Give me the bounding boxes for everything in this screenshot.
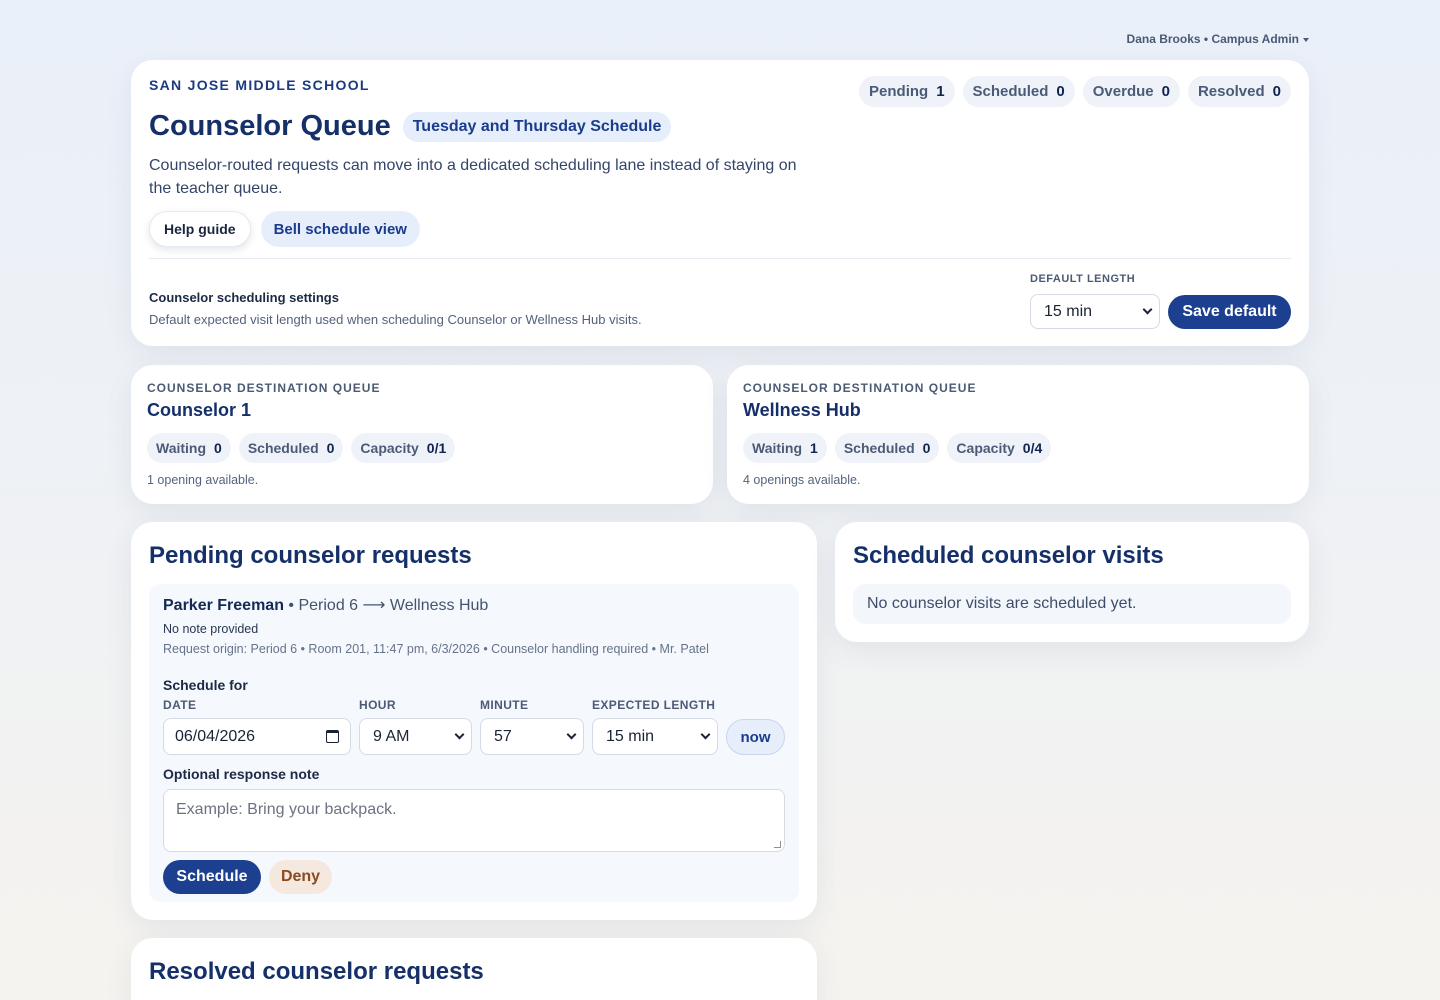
hour-value: 9 AM bbox=[373, 727, 410, 745]
request-header: Parker Freeman • Period 6 ⟶ Wellness Hub bbox=[163, 595, 488, 615]
stat-label: Capacity bbox=[360, 440, 419, 456]
date-input[interactable]: 06/04/2026 bbox=[163, 718, 351, 755]
request-note: No note provided bbox=[163, 622, 259, 636]
stat-value: 1 bbox=[936, 83, 945, 100]
stat-scheduled: Scheduled 0 bbox=[834, 433, 940, 463]
section-title: Scheduled counselor visits bbox=[853, 542, 1164, 569]
hour-label: HOUR bbox=[359, 698, 396, 712]
calendar-icon[interactable] bbox=[326, 730, 339, 743]
openings-note: 1 opening available. bbox=[147, 473, 259, 487]
scheduled-visits-card: Scheduled counselor visits No counselor … bbox=[835, 522, 1309, 642]
chevron-down-icon bbox=[454, 729, 465, 740]
stat-value: 0 bbox=[922, 440, 931, 456]
date-label: DATE bbox=[163, 698, 197, 712]
stat-label: Waiting bbox=[752, 440, 803, 456]
stat-resolved: Resolved 0 bbox=[1187, 76, 1291, 107]
deny-button[interactable]: Deny bbox=[269, 860, 332, 894]
help-guide-button[interactable]: Help guide bbox=[149, 211, 251, 247]
stat-value: 0 bbox=[1272, 83, 1281, 100]
schedule-badge: Tuesday and Thursday Schedule bbox=[402, 111, 672, 142]
stat-label: Waiting bbox=[156, 440, 207, 456]
chevron-down-icon bbox=[1142, 304, 1153, 315]
stat-scheduled: Scheduled 0 bbox=[238, 433, 344, 463]
now-button[interactable]: now bbox=[726, 719, 785, 755]
response-note-textarea[interactable]: Example: Bring your backpack. bbox=[163, 789, 785, 852]
save-default-button[interactable]: Save default bbox=[1168, 295, 1291, 329]
stat-value: 0 bbox=[1161, 83, 1170, 100]
minute-value: 57 bbox=[494, 727, 512, 745]
request-origin: Request origin: Period 6 • Room 201, 11:… bbox=[163, 642, 709, 656]
stat-overdue: Overdue 0 bbox=[1082, 76, 1180, 107]
stat-label: Resolved bbox=[1197, 83, 1265, 100]
stat-waiting: Waiting 1 bbox=[743, 433, 827, 463]
user-menu-label: Dana Brooks • Campus Admin bbox=[1126, 32, 1299, 46]
user-menu[interactable]: Dana Brooks • Campus Admin bbox=[1127, 32, 1309, 46]
section-title: Pending counselor requests bbox=[149, 542, 472, 569]
destination-kicker: COUNSELOR DESTINATION QUEUE bbox=[147, 381, 381, 395]
divider bbox=[149, 258, 1291, 259]
title-row: Counselor Queue Tuesday and Thursday Sch… bbox=[149, 110, 672, 143]
page-title: Counselor Queue bbox=[149, 110, 391, 142]
openings-note: 4 openings available. bbox=[743, 473, 861, 487]
default-length-label: DEFAULT LENGTH bbox=[1030, 273, 1136, 285]
stat-value: 0 bbox=[214, 440, 222, 456]
stat-value: 0 bbox=[326, 440, 335, 456]
request-item: Parker Freeman • Period 6 ⟶ Wellness Hub… bbox=[149, 584, 799, 902]
stat-value: 0/4 bbox=[1022, 440, 1043, 456]
queue-stats: Pending 1 Scheduled 0 Overdue 0 Resolved 0 bbox=[859, 76, 1291, 107]
schedule-for-label: Schedule for bbox=[163, 677, 248, 693]
student-name: Parker Freeman bbox=[163, 597, 284, 614]
section-title: Resolved counselor requests bbox=[149, 958, 484, 985]
destination-name: Counselor 1 bbox=[147, 400, 252, 420]
stat-waiting: Waiting 0 bbox=[147, 433, 231, 463]
stat-value: 0/1 bbox=[426, 440, 447, 456]
chevron-down-icon bbox=[566, 729, 577, 740]
destination-card-counselor-1: COUNSELOR DESTINATION QUEUE Counselor 1 … bbox=[131, 365, 713, 504]
bell-schedule-button[interactable]: Bell schedule view bbox=[260, 211, 420, 247]
destination-stats: Waiting 1 Scheduled 0 Capacity 0/4 bbox=[743, 433, 1052, 463]
stat-value: 1 bbox=[810, 440, 818, 456]
expected-length-value: 15 min bbox=[606, 727, 655, 745]
page-description: Counselor-routed requests can move into … bbox=[149, 157, 797, 197]
stat-label: Scheduled bbox=[972, 83, 1049, 100]
settings-title: Counselor scheduling settings bbox=[149, 290, 339, 305]
response-note-placeholder: Example: Bring your backpack. bbox=[176, 801, 397, 818]
resize-handle-icon[interactable] bbox=[774, 841, 781, 848]
stat-label: Overdue bbox=[1092, 83, 1154, 100]
hour-select[interactable]: 9 AM bbox=[359, 718, 472, 755]
stat-value: 0 bbox=[1056, 83, 1065, 100]
stat-scheduled: Scheduled 0 bbox=[962, 76, 1075, 107]
resolved-requests-card: Resolved counselor requests bbox=[131, 938, 817, 1000]
settings-description: Default expected visit length used when … bbox=[149, 312, 642, 327]
date-value: 06/04/2026 bbox=[175, 727, 256, 745]
stat-capacity: Capacity 0/1 bbox=[351, 433, 456, 463]
destination-card-wellness-hub: COUNSELOR DESTINATION QUEUE Wellness Hub… bbox=[727, 365, 1309, 504]
default-length-select[interactable]: 15 min bbox=[1030, 294, 1160, 329]
stat-pending: Pending 1 bbox=[859, 76, 955, 107]
caret-down-icon bbox=[1303, 37, 1309, 42]
default-length-value: 15 min bbox=[1044, 302, 1093, 320]
schedule-button[interactable]: Schedule bbox=[163, 860, 261, 894]
chevron-down-icon bbox=[700, 729, 711, 740]
empty-state: No counselor visits are scheduled yet. bbox=[853, 584, 1291, 624]
minute-label: MINUTE bbox=[480, 698, 529, 712]
header-card: SAN JOSE MIDDLE SCHOOL Counselor Queue T… bbox=[131, 60, 1309, 346]
pending-requests-card: Pending counselor requests Parker Freema… bbox=[131, 522, 817, 920]
expected-length-select[interactable]: 15 min bbox=[592, 718, 718, 755]
destination-name: Wellness Hub bbox=[743, 400, 861, 420]
stat-label: Capacity bbox=[956, 440, 1015, 456]
stat-label: Pending bbox=[869, 83, 929, 100]
request-route: • Period 6 ⟶ Wellness Hub bbox=[283, 597, 489, 614]
stat-label: Scheduled bbox=[247, 440, 319, 456]
destination-stats: Waiting 0 Scheduled 0 Capacity 0/1 bbox=[147, 433, 456, 463]
destination-kicker: COUNSELOR DESTINATION QUEUE bbox=[743, 381, 977, 395]
stat-label: Scheduled bbox=[843, 440, 915, 456]
minute-select[interactable]: 57 bbox=[480, 718, 584, 755]
stat-capacity: Capacity 0/4 bbox=[947, 433, 1052, 463]
expected-length-label: EXPECTED LENGTH bbox=[592, 698, 716, 712]
response-note-label: Optional response note bbox=[163, 766, 320, 782]
header-actions: Help guide Bell schedule view bbox=[149, 211, 420, 247]
school-name: SAN JOSE MIDDLE SCHOOL bbox=[149, 77, 370, 93]
